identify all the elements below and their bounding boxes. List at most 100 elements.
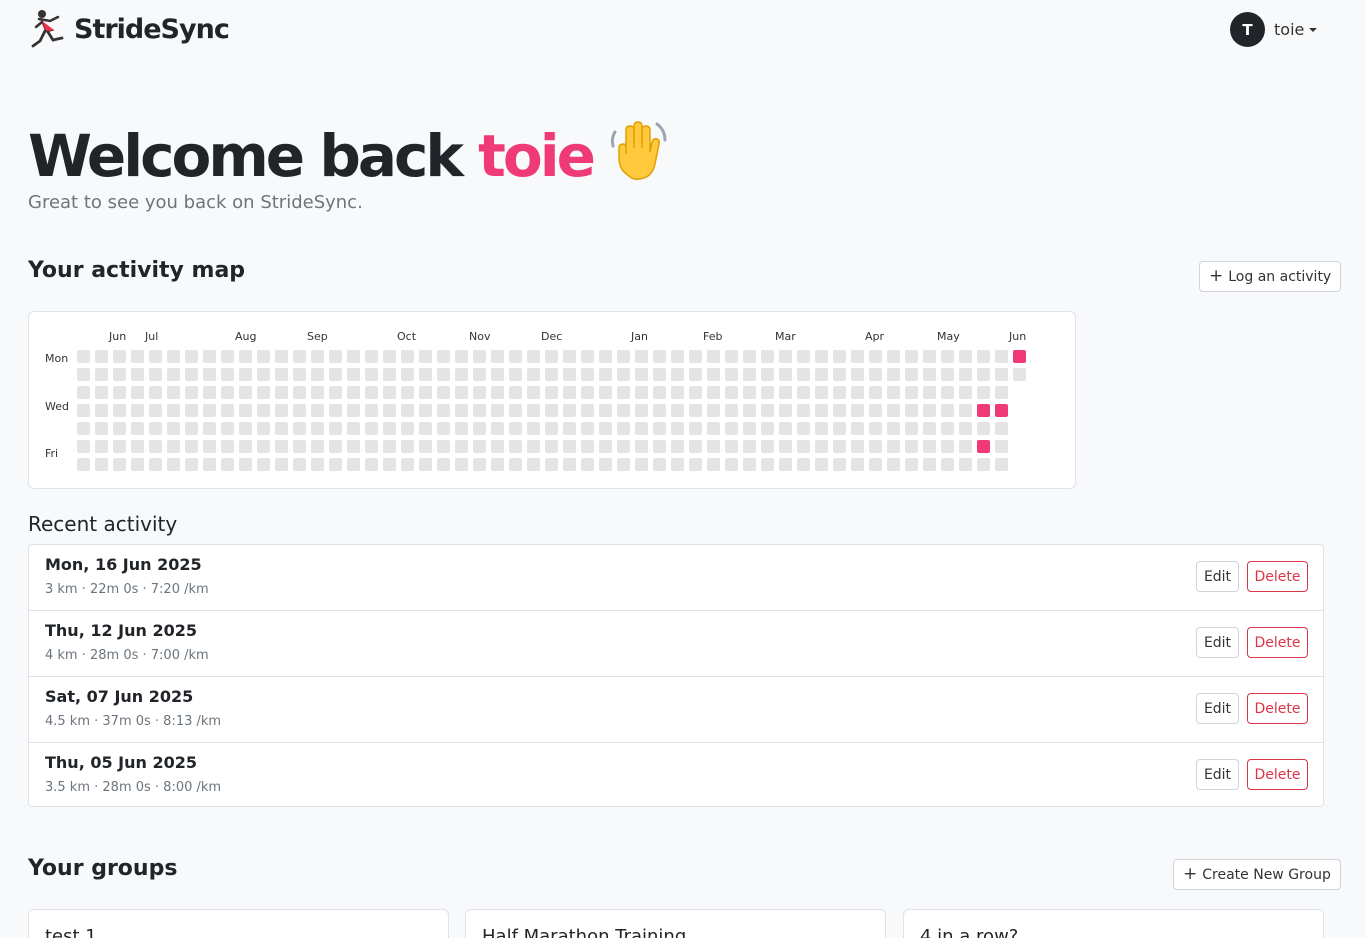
heatmap-day-cell [329,422,342,435]
heatmap-day-cell [851,386,864,399]
edit-button[interactable]: Edit [1196,561,1239,592]
heatmap-day-cell [761,458,774,471]
heatmap-day-cell [527,404,540,417]
heatmap-day-cell [761,422,774,435]
heatmap-day-cell [347,422,360,435]
create-group-button[interactable]: + Create New Group [1173,859,1341,890]
activity-date: Mon, 16 Jun 2025 [45,555,202,574]
heatmap-day-cell [689,404,702,417]
heatmap-day-cell [527,440,540,453]
heatmap-day-cell [815,386,828,399]
heatmap-day-cell [419,422,432,435]
heatmap-day-cell [167,404,180,417]
heatmap-day-cell [527,386,540,399]
heatmap-day-cell [149,422,162,435]
heatmap-day-cell [635,386,648,399]
heatmap-day-cell [131,440,144,453]
heatmap-day-cell [617,386,630,399]
heatmap-day-cell [131,458,144,471]
heatmap-day-cell [185,458,198,471]
heatmap-day-cell [617,440,630,453]
heatmap-day-cell [671,368,684,381]
heatmap-day-cell [545,422,558,435]
heatmap-day-cell [959,386,972,399]
brand-link[interactable]: StrideSync [30,8,230,50]
group-card[interactable]: Half Marathon Training [465,909,886,938]
activity-map-title: Your activity map [28,258,246,283]
heatmap-day-cell [455,386,468,399]
heatmap-day-cell [293,386,306,399]
heatmap-day-cell [149,404,162,417]
heatmap-day-cell [311,440,324,453]
heatmap-day-cell [149,440,162,453]
heatmap-day-cell [653,440,666,453]
heatmap-day-cell [473,404,486,417]
heatmap-day-cell [905,458,918,471]
heatmap-day-cell [275,440,288,453]
heatmap-day-cell [167,440,180,453]
heatmap-day-cell [635,440,648,453]
heatmap-day-cell [203,386,216,399]
month-label: Aug [235,330,257,343]
heatmap-day-cell [527,368,540,381]
group-card[interactable]: 4 in a row? [903,909,1324,938]
heatmap-day-cell [437,440,450,453]
heatmap-day-cell [833,440,846,453]
heatmap-day-cell [671,458,684,471]
heatmap-day-cell [581,350,594,363]
edit-button[interactable]: Edit [1196,759,1239,790]
heatmap-day-cell [833,350,846,363]
heatmap-day-cell [95,440,108,453]
heatmap-day-cell [563,386,576,399]
month-label: Feb [703,330,723,343]
heatmap-day-cell [923,368,936,381]
heatmap-day-cell [599,386,612,399]
month-label: Apr [865,330,885,343]
edit-button[interactable]: Edit [1196,627,1239,658]
heatmap-day-cell [203,350,216,363]
heatmap-day-cell [869,368,882,381]
heatmap-day-cell [833,422,846,435]
edit-button[interactable]: Edit [1196,693,1239,724]
heatmap-day-cell [185,386,198,399]
group-name: test 1 [45,926,97,938]
heatmap-day-cell [491,422,504,435]
delete-button[interactable]: Delete [1247,561,1308,592]
heatmap-day-cell [491,440,504,453]
heatmap-day-cell [239,350,252,363]
heatmap-day-cell [77,404,90,417]
heatmap-day-cell [959,368,972,381]
heatmap-day-cell [293,368,306,381]
heatmap-day-cell [959,422,972,435]
user-menu-dropdown[interactable]: T toie [1230,12,1318,47]
heatmap-day-cell [869,350,882,363]
heatmap-day-cell [437,422,450,435]
delete-button[interactable]: Delete [1247,627,1308,658]
delete-button[interactable]: Delete [1247,759,1308,790]
heatmap-day-cell [689,386,702,399]
heatmap-day-cell [905,422,918,435]
log-activity-button[interactable]: + Log an activity [1199,261,1342,292]
heatmap-day-cell [725,404,738,417]
heatmap-day-cell [401,404,414,417]
heatmap-day-cell [131,386,144,399]
heatmap-day-cell [725,458,738,471]
activity-stats: 4.5 km · 37m 0s · 8:13 /km [45,714,222,729]
heatmap-day-cell [473,368,486,381]
heatmap-day-cell [797,440,810,453]
heatmap-day-cell [455,440,468,453]
heatmap-day-cell [473,458,486,471]
heatmap-day-cell [329,350,342,363]
heatmap-day-cell [545,368,558,381]
heatmap-day-cell [527,350,540,363]
heatmap-day-cell [185,350,198,363]
heatmap-day-cell [311,422,324,435]
delete-button[interactable]: Delete [1247,693,1308,724]
heatmap-day-cell [833,404,846,417]
heatmap-day-cell [329,458,342,471]
recent-activity-title: Recent activity [28,512,178,536]
group-card[interactable]: test 1 [28,909,449,938]
heatmap-day-cell [743,422,756,435]
heatmap-day-cell [149,350,162,363]
month-label: Nov [469,330,491,343]
